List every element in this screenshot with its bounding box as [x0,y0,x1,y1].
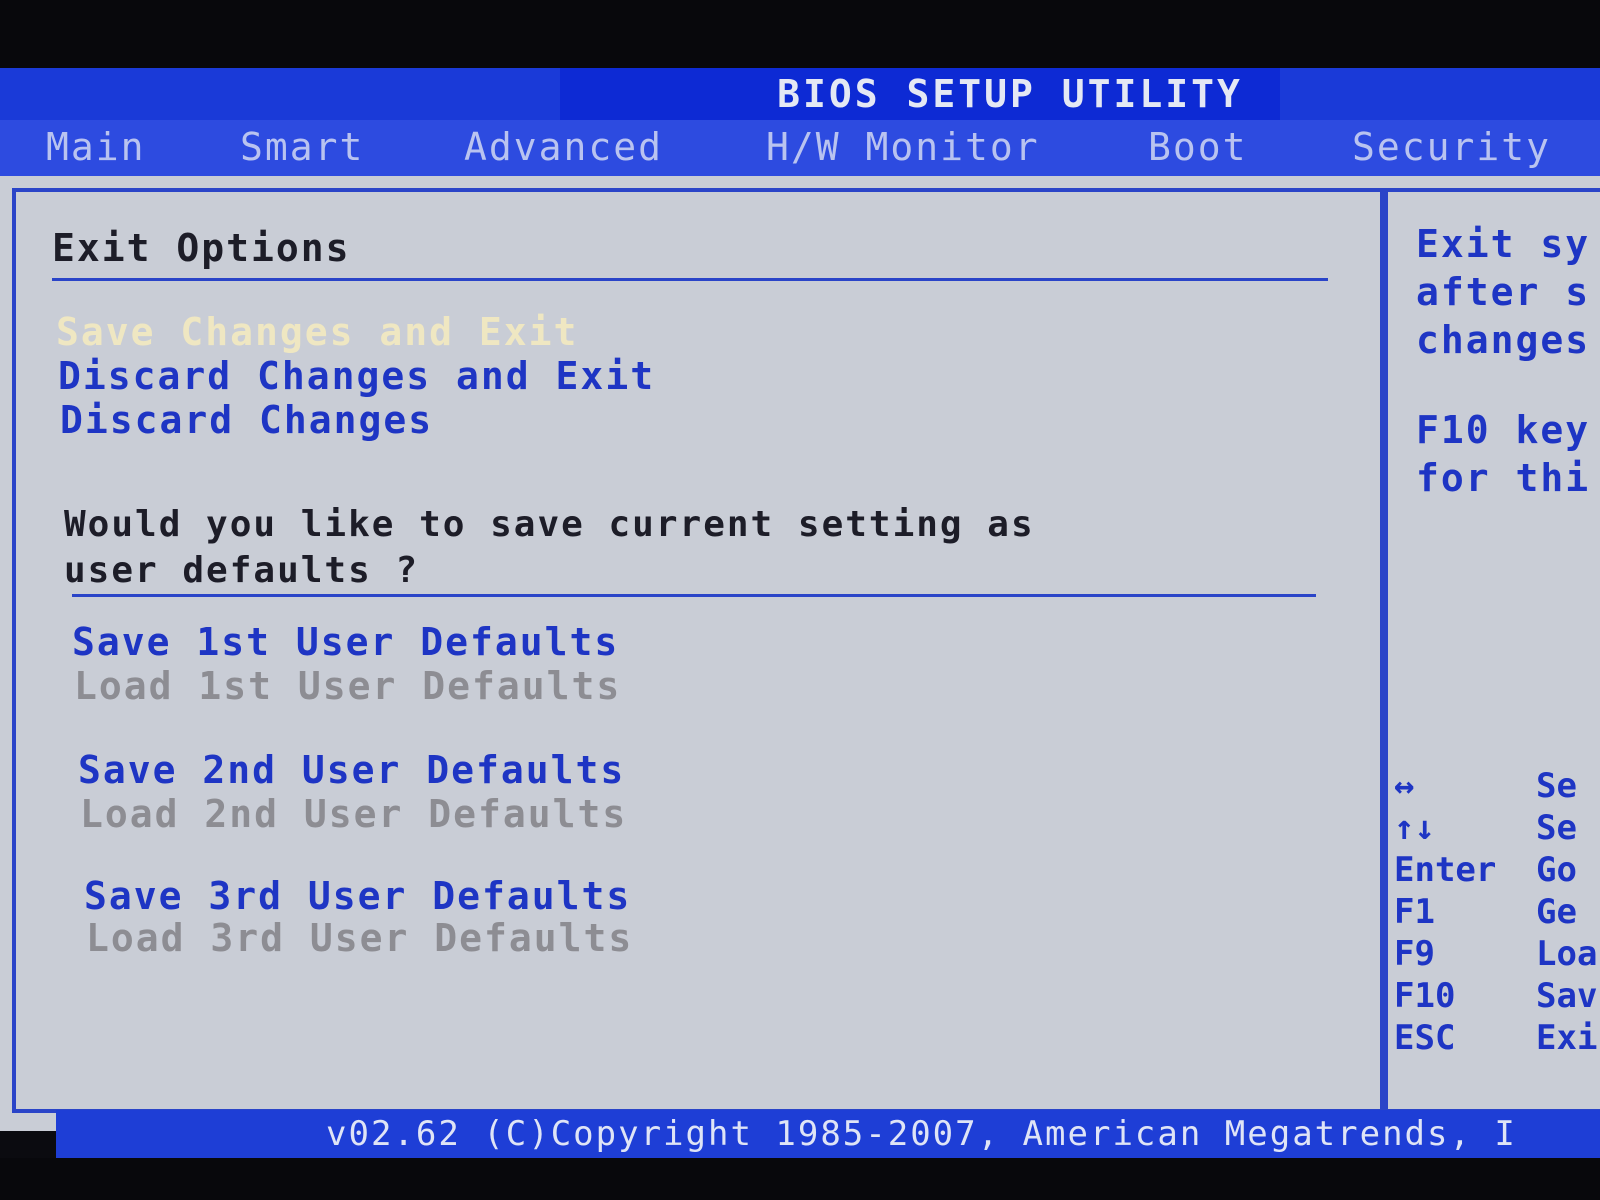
load-2nd-user-defaults-option: Load 2nd User Defaults [80,792,628,836]
key-legend-row: ↔ Se [1394,766,1600,808]
help-line-2: after s [1416,270,1591,314]
question-line-2: user defaults ? [64,550,420,591]
title-divider [52,278,1328,281]
enter-key: Enter [1394,850,1497,890]
monitor-bezel-bottom [0,1158,1600,1200]
question-line-1: Would you like to save current setting a… [64,504,1035,545]
key-description: Ge [1536,892,1577,932]
key-legend-row: ESC Exi [1394,1018,1600,1060]
load-1st-user-defaults-option: Load 1st User Defaults [74,664,622,708]
tab-advanced[interactable]: Advanced [464,120,663,176]
help-gap [1416,364,1600,406]
key-description: Sav [1536,976,1598,1016]
bios-screen: Exit Options Save Changes and Exit Disca… [0,176,1600,1131]
save-2nd-user-defaults-option[interactable]: Save 2nd User Defaults [78,748,625,792]
app-title: BIOS SETUP UTILITY [777,72,1243,116]
key-legend: ↔ Se ↑↓ Se Enter Go F1 Ge F9 Loa F10 Sav [1388,766,1600,1096]
f1-key: F1 [1394,892,1435,932]
key-legend-row: F1 Ge [1394,892,1600,934]
key-legend-row: ↑↓ Se [1394,808,1600,850]
f10-key: F10 [1394,976,1456,1016]
help-text: Exit sy after s changes F10 key for thi [1416,220,1600,502]
user-defaults-question: Would you like to save current setting a… [64,502,1035,594]
help-line-1: Exit sy [1416,222,1591,266]
discard-changes-option[interactable]: Discard Changes [60,398,433,442]
user-defaults-divider [72,594,1316,597]
esc-key: ESC [1394,1018,1456,1058]
key-legend-row: Enter Go [1394,850,1600,892]
menu-bar: Main Smart Advanced H/W Monitor Boot Sec… [0,120,1600,176]
help-line-4: F10 key [1416,408,1591,452]
tab-boot[interactable]: Boot [1148,120,1248,176]
save-1st-user-defaults-option[interactable]: Save 1st User Defaults [72,620,619,664]
help-panel: Exit sy after s changes F10 key for thi … [1384,188,1600,1113]
monitor-bezel-top [0,0,1600,70]
title-bar: BIOS SETUP UTILITY [0,68,1600,120]
footer-bar: v02.62 (C)Copyright 1985-2007, American … [56,1110,1600,1158]
f9-key: F9 [1394,934,1435,974]
help-line-3: changes [1416,318,1591,362]
exit-options-panel: Exit Options Save Changes and Exit Disca… [12,188,1384,1113]
tab-hw-monitor[interactable]: H/W Monitor [766,120,1040,176]
key-description: Loa [1536,934,1598,974]
load-3rd-user-defaults-option: Load 3rd User Defaults [86,916,634,960]
panel-title: Exit Options [52,226,351,270]
key-legend-row: F10 Sav [1394,976,1600,1018]
save-changes-and-exit-option[interactable]: Save Changes and Exit [56,310,578,354]
copyright-text: v02.62 (C)Copyright 1985-2007, American … [326,1114,1517,1154]
key-description: Se [1536,808,1577,848]
tab-main[interactable]: Main [46,120,146,176]
help-line-5: for thi [1416,456,1591,500]
key-description: Go [1536,850,1577,890]
tab-smart[interactable]: Smart [240,120,364,176]
discard-changes-and-exit-option[interactable]: Discard Changes and Exit [58,354,655,398]
tab-security[interactable]: Security [1352,120,1551,176]
save-3rd-user-defaults-option[interactable]: Save 3rd User Defaults [84,874,631,918]
up-down-arrow-key: ↑↓ [1394,808,1435,848]
key-legend-row: F9 Loa [1394,934,1600,976]
key-description: Exi [1536,1018,1598,1058]
key-description: Se [1536,766,1577,806]
left-right-arrow-key: ↔ [1394,766,1415,806]
